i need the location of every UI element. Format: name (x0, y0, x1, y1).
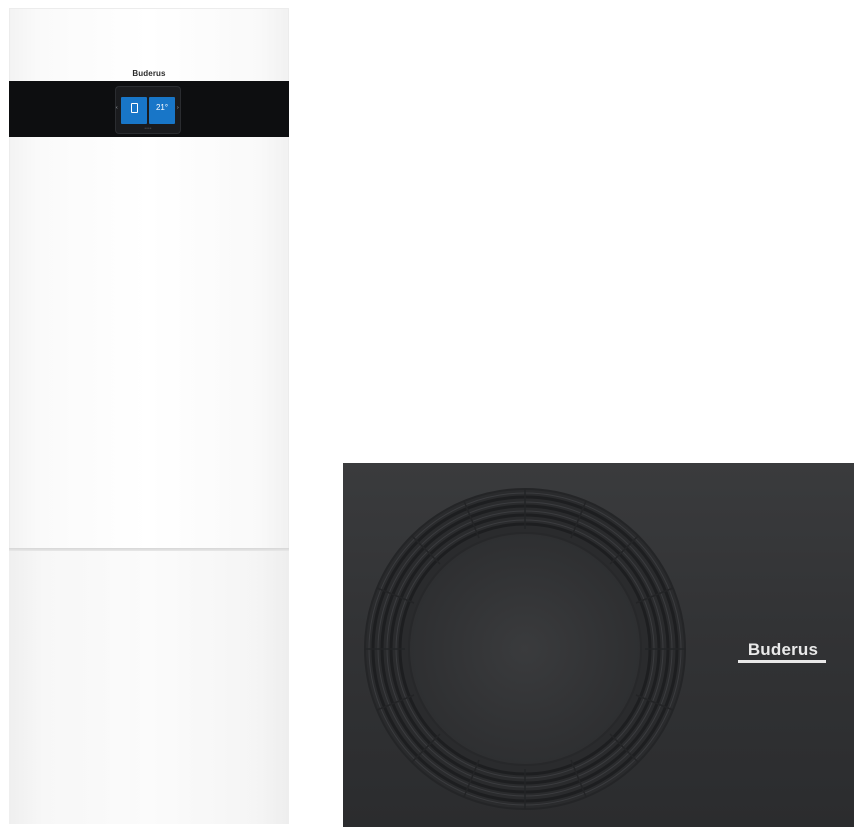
display-next-arrow-icon[interactable]: › (177, 105, 180, 111)
display-prev-arrow-icon[interactable]: ‹ (116, 105, 119, 111)
control-panel-band: ‹ 21° › • • • • (9, 81, 289, 137)
water-tank-icon (131, 103, 138, 113)
display-status-bar (116, 89, 180, 95)
indoor-unit: Buderus ‹ 21° › • • • • (9, 8, 289, 824)
outdoor-unit: Buderus (343, 463, 854, 827)
outdoor-brand-logo: Buderus (747, 640, 819, 659)
room-temperature-value: 21° (155, 103, 169, 112)
display-page-dots: • • • • (144, 126, 152, 130)
display-tile-hot-water[interactable] (121, 97, 147, 124)
indoor-brand-logo: Buderus (132, 69, 166, 78)
display-tile-room-temperature[interactable]: 21° (149, 97, 175, 124)
brand-underline (738, 660, 826, 663)
fan-center-disc (408, 532, 642, 766)
indoor-lower-panel (9, 551, 289, 824)
touch-display[interactable]: ‹ 21° › • • • • (116, 87, 180, 133)
